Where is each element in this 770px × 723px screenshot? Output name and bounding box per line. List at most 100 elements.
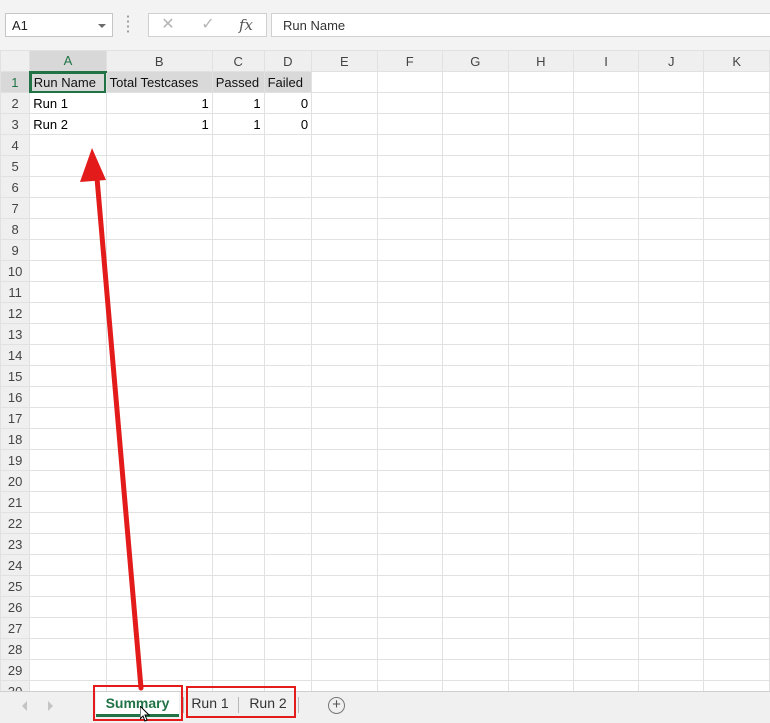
cell[interactable] <box>376 302 443 324</box>
column-header-d[interactable]: D <box>263 50 313 72</box>
cell[interactable] <box>507 239 575 261</box>
row-header[interactable]: 27 <box>0 617 31 639</box>
column-header-a[interactable]: A <box>29 50 107 73</box>
row-header[interactable]: 22 <box>0 512 31 534</box>
cell[interactable] <box>263 638 313 660</box>
scroll-left-icon[interactable] <box>22 701 27 711</box>
cell[interactable] <box>105 512 213 534</box>
cell[interactable] <box>29 176 107 198</box>
chevron-down-icon[interactable] <box>98 24 106 28</box>
row-header[interactable]: 26 <box>0 596 31 618</box>
cell[interactable] <box>211 386 265 408</box>
cell[interactable] <box>573 638 640 660</box>
cell[interactable] <box>638 113 705 135</box>
cell[interactable] <box>703 155 770 177</box>
cell[interactable] <box>441 575 509 597</box>
cell[interactable] <box>441 428 509 450</box>
cell[interactable] <box>573 239 640 261</box>
cell[interactable] <box>507 596 575 618</box>
cell[interactable] <box>211 197 265 219</box>
cell[interactable] <box>703 596 770 618</box>
cell[interactable] <box>311 113 378 135</box>
column-header-c[interactable]: C <box>211 50 265 72</box>
cell[interactable] <box>573 155 640 177</box>
cell[interactable] <box>441 365 509 387</box>
select-all-corner[interactable] <box>0 50 31 72</box>
cell[interactable] <box>376 386 443 408</box>
cell[interactable] <box>376 470 443 492</box>
cell[interactable] <box>507 659 575 681</box>
cell[interactable] <box>638 659 705 681</box>
cell[interactable] <box>441 155 509 177</box>
cell[interactable] <box>311 491 378 513</box>
row-header[interactable]: 19 <box>0 449 31 471</box>
cell[interactable] <box>573 302 640 324</box>
cell[interactable] <box>311 470 378 492</box>
cell[interactable] <box>29 575 107 597</box>
cell[interactable] <box>441 638 509 660</box>
cell[interactable] <box>311 134 378 156</box>
row-header[interactable]: 12 <box>0 302 31 324</box>
cell[interactable] <box>507 155 575 177</box>
row-header[interactable]: 30 <box>0 680 31 691</box>
row-header[interactable]: 13 <box>0 323 31 345</box>
cell[interactable] <box>311 449 378 471</box>
cell[interactable] <box>29 554 107 576</box>
row-header[interactable]: 16 <box>0 386 31 408</box>
cell[interactable] <box>376 134 443 156</box>
cell[interactable] <box>507 638 575 660</box>
row-header[interactable]: 9 <box>0 239 31 261</box>
cell[interactable] <box>29 428 107 450</box>
cell[interactable] <box>507 617 575 639</box>
cell[interactable] <box>311 239 378 261</box>
row-header[interactable]: 7 <box>0 197 31 219</box>
cell[interactable] <box>703 323 770 345</box>
cell[interactable] <box>507 281 575 303</box>
cell[interactable] <box>263 344 313 366</box>
cell[interactable] <box>105 365 213 387</box>
cell[interactable] <box>507 113 575 135</box>
cell[interactable] <box>573 71 640 93</box>
cell[interactable] <box>211 239 265 261</box>
cell[interactable] <box>376 449 443 471</box>
cell[interactable] <box>263 470 313 492</box>
cell[interactable] <box>441 239 509 261</box>
cell[interactable] <box>573 554 640 576</box>
cell[interactable] <box>211 281 265 303</box>
cell[interactable] <box>441 449 509 471</box>
cell[interactable] <box>311 638 378 660</box>
cell[interactable] <box>105 386 213 408</box>
cell[interactable] <box>29 281 107 303</box>
cell[interactable] <box>573 470 640 492</box>
cell[interactable] <box>638 134 705 156</box>
cell[interactable] <box>211 680 265 691</box>
cell[interactable] <box>507 260 575 282</box>
formula-input[interactable]: Run Name <box>271 13 770 37</box>
cell[interactable] <box>441 176 509 198</box>
cell[interactable] <box>638 365 705 387</box>
cell[interactable] <box>441 260 509 282</box>
cell[interactable] <box>211 260 265 282</box>
column-header-h[interactable]: H <box>507 50 575 72</box>
cell[interactable] <box>263 323 313 345</box>
cell[interactable] <box>211 407 265 429</box>
cell[interactable] <box>263 617 313 639</box>
cell[interactable] <box>105 470 213 492</box>
row-header[interactable]: 18 <box>0 428 31 450</box>
cell[interactable] <box>703 92 770 114</box>
column-header-g[interactable]: G <box>441 50 509 72</box>
drag-handle-icon[interactable] <box>127 14 129 34</box>
cell[interactable] <box>703 71 770 93</box>
cell[interactable] <box>29 617 107 639</box>
cell[interactable] <box>441 197 509 219</box>
cell[interactable] <box>311 407 378 429</box>
cell[interactable] <box>376 218 443 240</box>
cell[interactable] <box>376 176 443 198</box>
cell[interactable] <box>638 554 705 576</box>
cell[interactable] <box>29 680 107 691</box>
cell[interactable] <box>376 239 443 261</box>
cell[interactable] <box>638 617 705 639</box>
cell[interactable] <box>703 113 770 135</box>
row-header[interactable]: 4 <box>0 134 31 156</box>
column-header-i[interactable]: I <box>573 50 640 72</box>
